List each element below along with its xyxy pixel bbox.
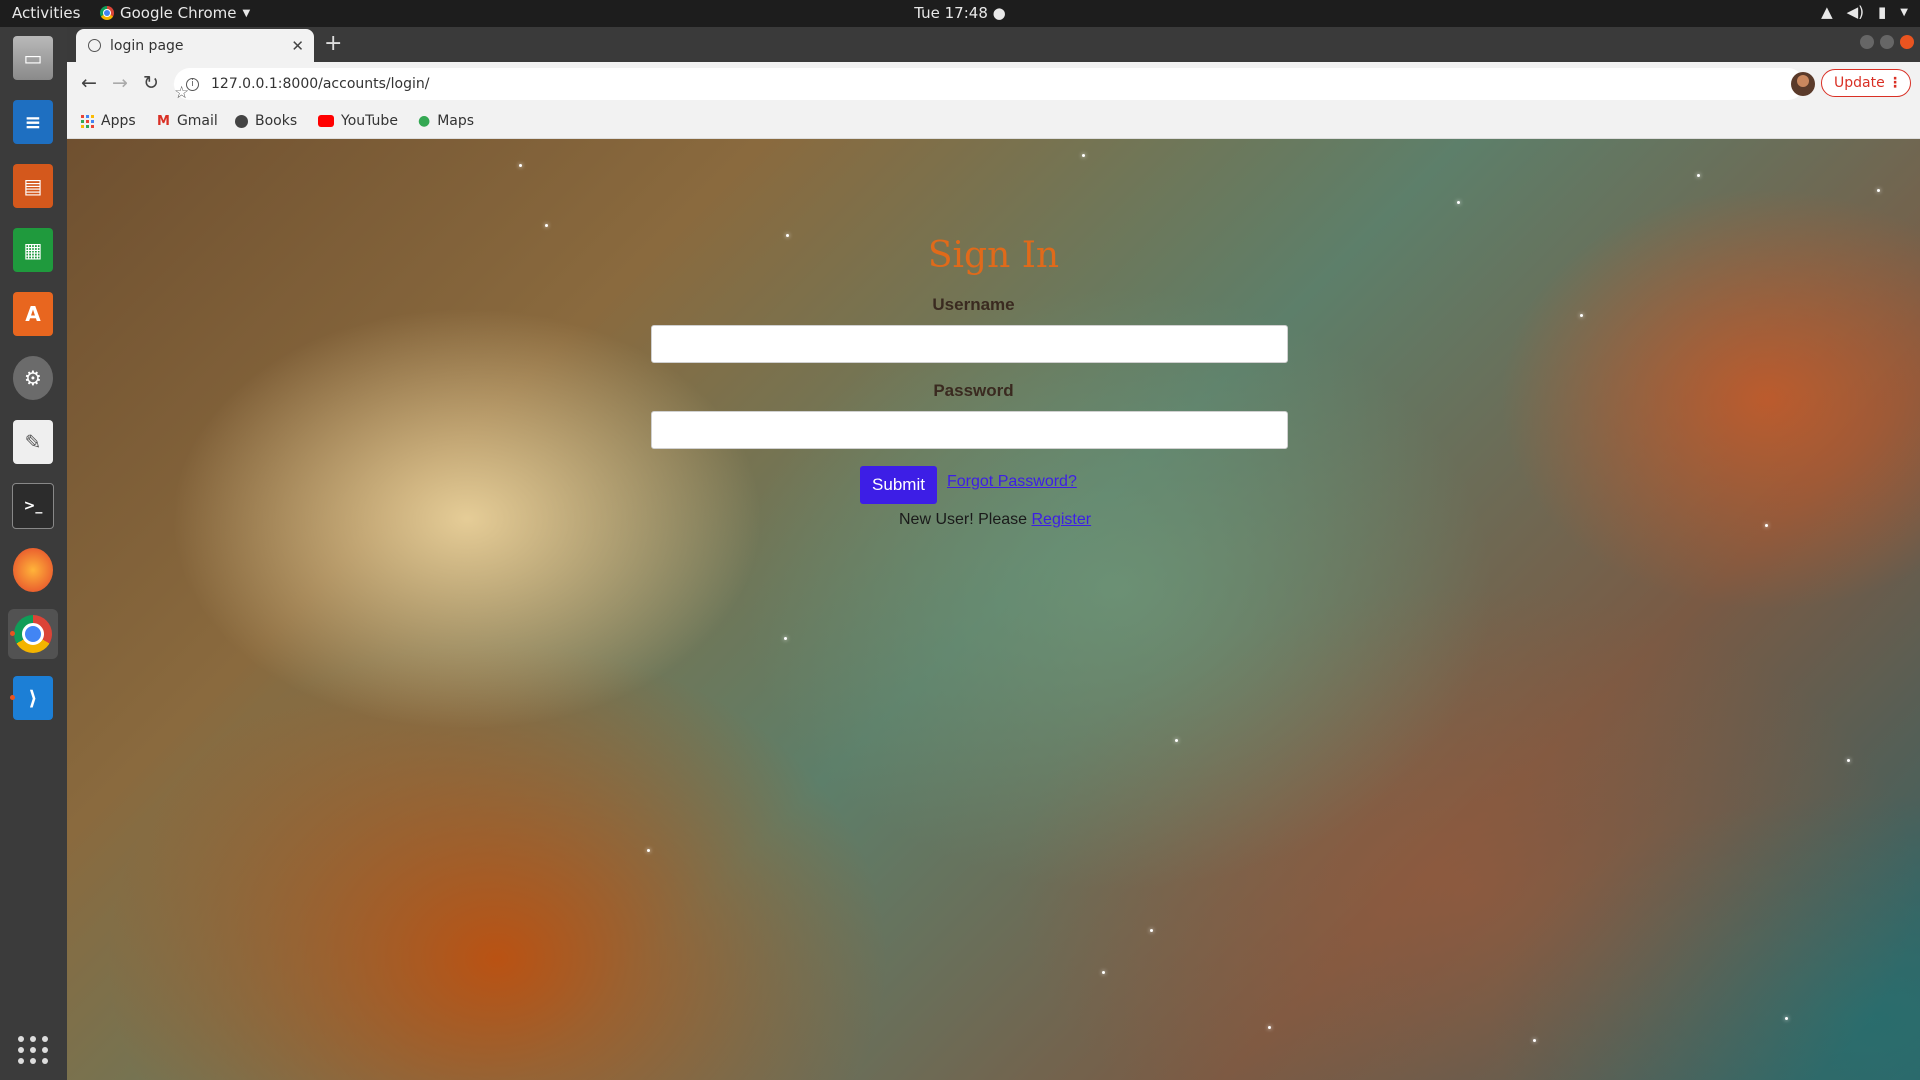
- back-button[interactable]: ←: [81, 72, 97, 94]
- vscode-icon: ⟩: [13, 676, 53, 720]
- writer-icon: ≡: [13, 100, 53, 144]
- dock: ▭ ≡ ▤ ▦ A ⚙ ✎ >_ ⟩: [0, 27, 68, 1080]
- wifi-icon: ▲: [1821, 3, 1833, 21]
- software-center-icon: A: [13, 292, 53, 336]
- forgot-password-link[interactable]: Forgot Password?: [947, 473, 1077, 491]
- dock-impress[interactable]: ▤: [8, 161, 58, 211]
- submit-button[interactable]: Submit: [860, 466, 937, 504]
- system-tray[interactable]: ▲ ◀) ▮ ▼: [1821, 3, 1908, 21]
- calc-icon: ▦: [13, 228, 53, 272]
- profile-avatar[interactable]: [1791, 72, 1815, 96]
- update-button[interactable]: Update ⋮: [1821, 69, 1911, 97]
- bookmark-label: Books: [255, 113, 298, 129]
- running-indicator: [10, 695, 15, 700]
- page-title: Sign In: [927, 235, 1060, 276]
- dock-chrome[interactable]: [8, 609, 58, 659]
- show-apps-button[interactable]: [8, 1025, 58, 1075]
- globe-icon: [235, 114, 248, 128]
- chevron-down-icon: ▼: [242, 7, 251, 19]
- chevron-down-icon: ▼: [1900, 6, 1908, 18]
- volume-icon: ◀): [1846, 3, 1865, 21]
- notification-dot-icon: ●: [992, 4, 1006, 22]
- password-input[interactable]: [651, 411, 1288, 449]
- app-menu-label: Google Chrome: [120, 4, 237, 22]
- files-icon: ▭: [13, 36, 53, 80]
- battery-icon: ▮: [1878, 3, 1887, 21]
- dock-settings[interactable]: ⚙: [8, 353, 58, 403]
- more-vert-icon: ⋮: [1888, 75, 1902, 91]
- dock-firefox[interactable]: [8, 545, 58, 595]
- bookmark-label: Maps: [437, 113, 475, 129]
- apps-grid-icon: [81, 114, 94, 128]
- app-menu[interactable]: Google Chrome ▼: [100, 4, 250, 22]
- page-viewport: Sign In Username Password Submit Forgot …: [67, 139, 1920, 1080]
- tab-strip: login page ✕ +: [67, 27, 1920, 62]
- browser-toolbar: ← → ↻ i 127.0.0.1:8000/accounts/login/ ☆…: [67, 62, 1920, 106]
- bookmark-books[interactable]: Books: [235, 113, 297, 129]
- clock[interactable]: Tue 17:48: [914, 4, 988, 22]
- impress-icon: ▤: [13, 164, 53, 208]
- close-icon[interactable]: ✕: [291, 37, 304, 55]
- username-label: Username: [932, 295, 1015, 314]
- globe-icon: [88, 39, 101, 52]
- terminal-icon: >_: [12, 483, 54, 529]
- password-label: Password: [933, 381, 1014, 400]
- forward-button[interactable]: →: [112, 72, 128, 94]
- dock-software-center[interactable]: A: [8, 289, 58, 339]
- chrome-icon: [100, 6, 114, 20]
- settings-icon: ⚙: [13, 356, 53, 400]
- url-text[interactable]: 127.0.0.1:8000/accounts/login/: [211, 76, 1804, 92]
- maps-pin-icon: ●: [418, 113, 431, 129]
- window-controls: [1860, 35, 1914, 49]
- dock-calc[interactable]: ▦: [8, 225, 58, 275]
- window-close-button[interactable]: [1900, 35, 1914, 49]
- show-apps-icon: [17, 1036, 49, 1064]
- dock-terminal[interactable]: >_: [8, 481, 58, 531]
- dock-text-editor[interactable]: ✎: [8, 417, 58, 467]
- bookmark-label: Gmail: [176, 113, 218, 129]
- dock-vscode[interactable]: ⟩: [8, 673, 58, 723]
- bookmark-maps[interactable]: ● Maps: [418, 113, 474, 129]
- bookmark-apps[interactable]: Apps: [81, 113, 136, 129]
- dock-writer[interactable]: ≡: [8, 97, 58, 147]
- bookmark-label: YouTube: [341, 113, 398, 129]
- system-top-bar: Activities Google Chrome ▼ Tue 17:48 ● ▲…: [0, 0, 1920, 27]
- address-bar[interactable]: i 127.0.0.1:8000/accounts/login/ ☆: [174, 68, 1804, 103]
- browser-window: login page ✕ + ← → ↻ i 127.0.0.1:8000/ac…: [67, 27, 1920, 1080]
- register-link[interactable]: Register: [1032, 511, 1092, 528]
- running-indicator: [10, 631, 15, 636]
- tab-login-page[interactable]: login page ✕: [76, 29, 314, 62]
- dock-files[interactable]: ▭: [8, 33, 58, 83]
- bookmark-star-icon[interactable]: ☆: [174, 82, 189, 103]
- bookmark-label: Apps: [101, 113, 136, 129]
- username-input[interactable]: [651, 325, 1288, 363]
- gmail-icon: M: [157, 113, 170, 129]
- bookmark-youtube[interactable]: YouTube: [318, 113, 398, 129]
- bookmarks-bar: Apps M Gmail Books YouTube ● Maps: [67, 106, 1920, 139]
- chrome-icon: [14, 615, 52, 653]
- bookmark-gmail[interactable]: M Gmail: [157, 113, 218, 129]
- new-user-text: New User! Please: [899, 511, 1032, 528]
- reload-button[interactable]: ↻: [143, 72, 159, 94]
- youtube-icon: [318, 115, 334, 127]
- maximize-button[interactable]: [1880, 35, 1894, 49]
- new-tab-button[interactable]: +: [324, 31, 342, 56]
- firefox-icon: [13, 548, 53, 592]
- update-label: Update: [1834, 75, 1885, 91]
- new-user-prompt: New User! Please Register: [899, 511, 1091, 529]
- activities-button[interactable]: Activities: [12, 4, 80, 22]
- text-editor-icon: ✎: [13, 420, 53, 464]
- tab-title: login page: [110, 37, 184, 54]
- minimize-button[interactable]: [1860, 35, 1874, 49]
